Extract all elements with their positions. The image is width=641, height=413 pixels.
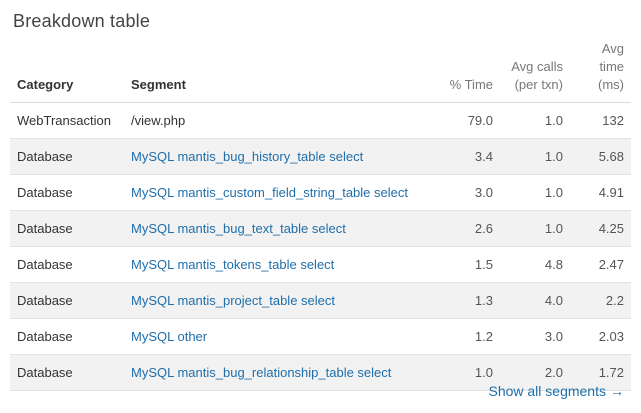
avg-time-header-line1: Avg — [601, 41, 624, 56]
pct-time-cell: 79.0 — [434, 102, 500, 139]
category-cell: Database — [10, 174, 124, 211]
avg-time-cell: 4.91 — [570, 174, 631, 211]
category-cell: WebTransaction — [10, 102, 124, 139]
category-cell: Database — [10, 246, 124, 283]
avg-calls-cell: 1.0 — [500, 210, 570, 247]
table-body: WebTransaction /view.php 79.0 1.0 132 Da… — [10, 102, 631, 391]
column-header-avg-time[interactable]: Avg time (ms) — [570, 40, 631, 103]
table-row: Database MySQL mantis_bug_text_table sel… — [10, 210, 631, 247]
segment-link[interactable]: MySQL mantis_project_table select — [124, 282, 434, 319]
segment-cell: /view.php — [124, 102, 434, 139]
avg-calls-cell: 1.0 — [500, 102, 570, 139]
segment-link[interactable]: MySQL mantis_custom_field_string_table s… — [124, 174, 434, 211]
segment-link[interactable]: MySQL mantis_bug_history_table select — [124, 138, 434, 175]
category-cell: Database — [10, 282, 124, 319]
avg-calls-cell: 4.8 — [500, 246, 570, 283]
pct-time-cell: 2.6 — [434, 210, 500, 247]
avg-time-cell: 2.2 — [570, 282, 631, 319]
breakdown-panel: Breakdown table Category Segment % Time … — [0, 0, 641, 413]
arrow-right-icon: → — [610, 383, 624, 399]
category-cell: Database — [10, 318, 124, 355]
pct-time-cell: 1.3 — [434, 282, 500, 319]
column-header-category[interactable]: Category — [10, 40, 124, 103]
category-cell: Database — [10, 354, 124, 391]
column-header-avg-calls[interactable]: Avg calls (per txn) — [500, 40, 570, 103]
segment-link[interactable]: MySQL mantis_bug_text_table select — [124, 210, 434, 247]
category-cell: Database — [10, 138, 124, 175]
avg-time-cell: 2.47 — [570, 246, 631, 283]
breakdown-table: Category Segment % Time Avg calls (per t… — [10, 40, 631, 391]
table-row: Database MySQL other 1.2 3.0 2.03 — [10, 318, 631, 355]
segment-link[interactable]: MySQL mantis_bug_relationship_table sele… — [124, 354, 434, 391]
avg-time-header-line2: time (ms) — [598, 59, 624, 92]
segment-link[interactable]: MySQL other — [124, 318, 434, 355]
pct-time-cell: 3.4 — [434, 138, 500, 175]
avg-time-cell: 2.03 — [570, 318, 631, 355]
panel-title: Breakdown table — [13, 11, 151, 31]
pct-time-cell: 3.0 — [434, 174, 500, 211]
avg-calls-header-line2: (per txn) — [514, 77, 563, 92]
avg-calls-cell: 3.0 — [500, 318, 570, 355]
avg-time-cell: 5.68 — [570, 138, 631, 175]
avg-time-cell: 4.25 — [570, 210, 631, 247]
column-header-pct-time[interactable]: % Time — [434, 40, 500, 103]
table-header: Category Segment % Time Avg calls (per t… — [10, 40, 631, 103]
table-row: Database MySQL mantis_tokens_table selec… — [10, 246, 631, 283]
column-header-segment[interactable]: Segment — [124, 40, 434, 103]
show-all-segments-link[interactable]: Show all segments → — [488, 383, 624, 399]
avg-calls-header-line1: Avg calls — [511, 59, 563, 74]
show-all-label: Show all segments — [488, 383, 606, 399]
avg-calls-cell: 1.0 — [500, 138, 570, 175]
segment-link[interactable]: MySQL mantis_tokens_table select — [124, 246, 434, 283]
pct-time-cell: 1.2 — [434, 318, 500, 355]
pct-time-cell: 1.5 — [434, 246, 500, 283]
table-row: WebTransaction /view.php 79.0 1.0 132 — [10, 102, 631, 139]
table-row: Database MySQL mantis_custom_field_strin… — [10, 174, 631, 211]
avg-calls-cell: 1.0 — [500, 174, 570, 211]
table-row: Database MySQL mantis_project_table sele… — [10, 282, 631, 319]
table-row: Database MySQL mantis_bug_history_table … — [10, 138, 631, 175]
header-row: Category Segment % Time Avg calls (per t… — [10, 40, 631, 103]
avg-calls-cell: 4.0 — [500, 282, 570, 319]
avg-time-cell: 132 — [570, 102, 631, 139]
category-cell: Database — [10, 210, 124, 247]
